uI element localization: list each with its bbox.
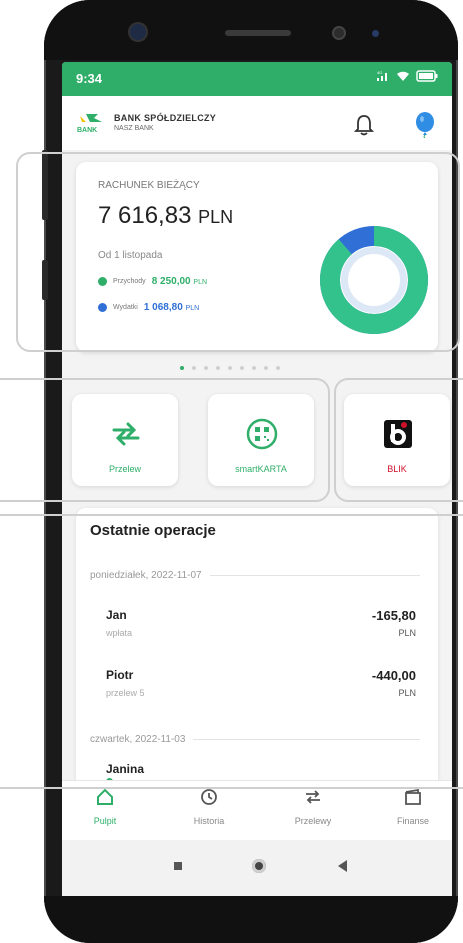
home-button[interactable] — [252, 859, 266, 873]
pager-dot[interactable] — [264, 366, 268, 370]
operation-name: Piotr — [106, 668, 134, 682]
operation-amount: -165,80 — [371, 608, 416, 623]
pager-dot[interactable] — [180, 366, 184, 370]
wallet-icon — [405, 788, 421, 805]
balloon-icon[interactable] — [414, 112, 436, 138]
pager-dot[interactable] — [204, 366, 208, 370]
signal-icon: 4G — [377, 70, 387, 81]
sensor — [372, 30, 379, 37]
nav-przelewy[interactable]: Przelewy — [278, 787, 348, 826]
date-label: poniedziałek, 2022-11-07 — [90, 570, 202, 581]
highlight-line — [0, 514, 463, 516]
battery-icon — [416, 70, 438, 82]
nav-pulpit[interactable]: Pulpit — [70, 787, 140, 826]
operation-currency: PLN — [398, 688, 416, 698]
logo-text: BANK — [77, 127, 97, 134]
highlight-tiles — [0, 378, 330, 502]
bank-name: BANK SPÓŁDZIELCZY — [114, 113, 217, 123]
nav-finanse[interactable]: Finanse — [378, 787, 448, 826]
highlight-account — [16, 152, 460, 352]
operation-name: Jan — [106, 608, 127, 622]
date-header: czwartek, 2022-11-03 — [90, 734, 420, 745]
earpiece — [225, 30, 291, 36]
pager-dot[interactable] — [192, 366, 196, 370]
operations-title: Ostatnie operacje — [90, 522, 216, 539]
divider — [193, 739, 420, 740]
nav-label: Finanse — [396, 816, 430, 826]
nav-label: Przelewy — [294, 816, 332, 826]
status-time: 9:34 — [76, 71, 103, 86]
divider — [209, 575, 420, 576]
history-icon — [201, 789, 217, 805]
transfer-icon — [306, 790, 320, 804]
wifi-icon — [397, 71, 409, 81]
date-label: czwartek, 2022-11-03 — [90, 734, 186, 745]
status-bar: 9:34 4G — [62, 62, 452, 96]
bank-subname: NASZ BANK — [114, 125, 154, 132]
bottom-navigation: Pulpit Historia Przelewy Finanse — [62, 780, 452, 840]
app-header: BANK BANK SPÓŁDZIELCZY NASZ BANK — [62, 96, 452, 150]
date-header: poniedziałek, 2022-11-07 — [90, 570, 420, 581]
operation-desc: przelew 5 — [106, 688, 145, 698]
pager-dot[interactable] — [276, 366, 280, 370]
highlight-line — [0, 787, 463, 789]
back-button[interactable] — [338, 860, 347, 872]
front-camera — [130, 24, 146, 40]
nav-historia[interactable]: Historia — [174, 787, 244, 826]
home-icon — [97, 788, 113, 805]
nav-label: Pulpit — [93, 816, 117, 826]
operation-amount: -440,00 — [371, 668, 416, 683]
operation-currency: PLN — [398, 628, 416, 638]
pager-dot[interactable] — [240, 366, 244, 370]
card-pager — [180, 366, 280, 370]
recent-operations: Ostatnie operacje poniedziałek, 2022-11-… — [76, 508, 438, 808]
operation-name: Janina — [106, 762, 145, 776]
bank-logo-icon: BANK — [77, 114, 102, 134]
pager-dot[interactable] — [252, 366, 256, 370]
system-navigation-bar — [62, 840, 452, 896]
pager-dot[interactable] — [216, 366, 220, 370]
pager-dot[interactable] — [228, 366, 232, 370]
phone-bottom-bezel — [44, 896, 458, 943]
highlight-blik — [334, 378, 463, 502]
svg-text:4G: 4G — [377, 70, 382, 75]
bell-icon[interactable] — [354, 114, 374, 136]
operation-desc: wpłata — [106, 628, 133, 638]
recent-apps-button[interactable] — [174, 862, 182, 870]
nav-label: Historia — [193, 816, 225, 826]
sensor — [334, 28, 344, 38]
